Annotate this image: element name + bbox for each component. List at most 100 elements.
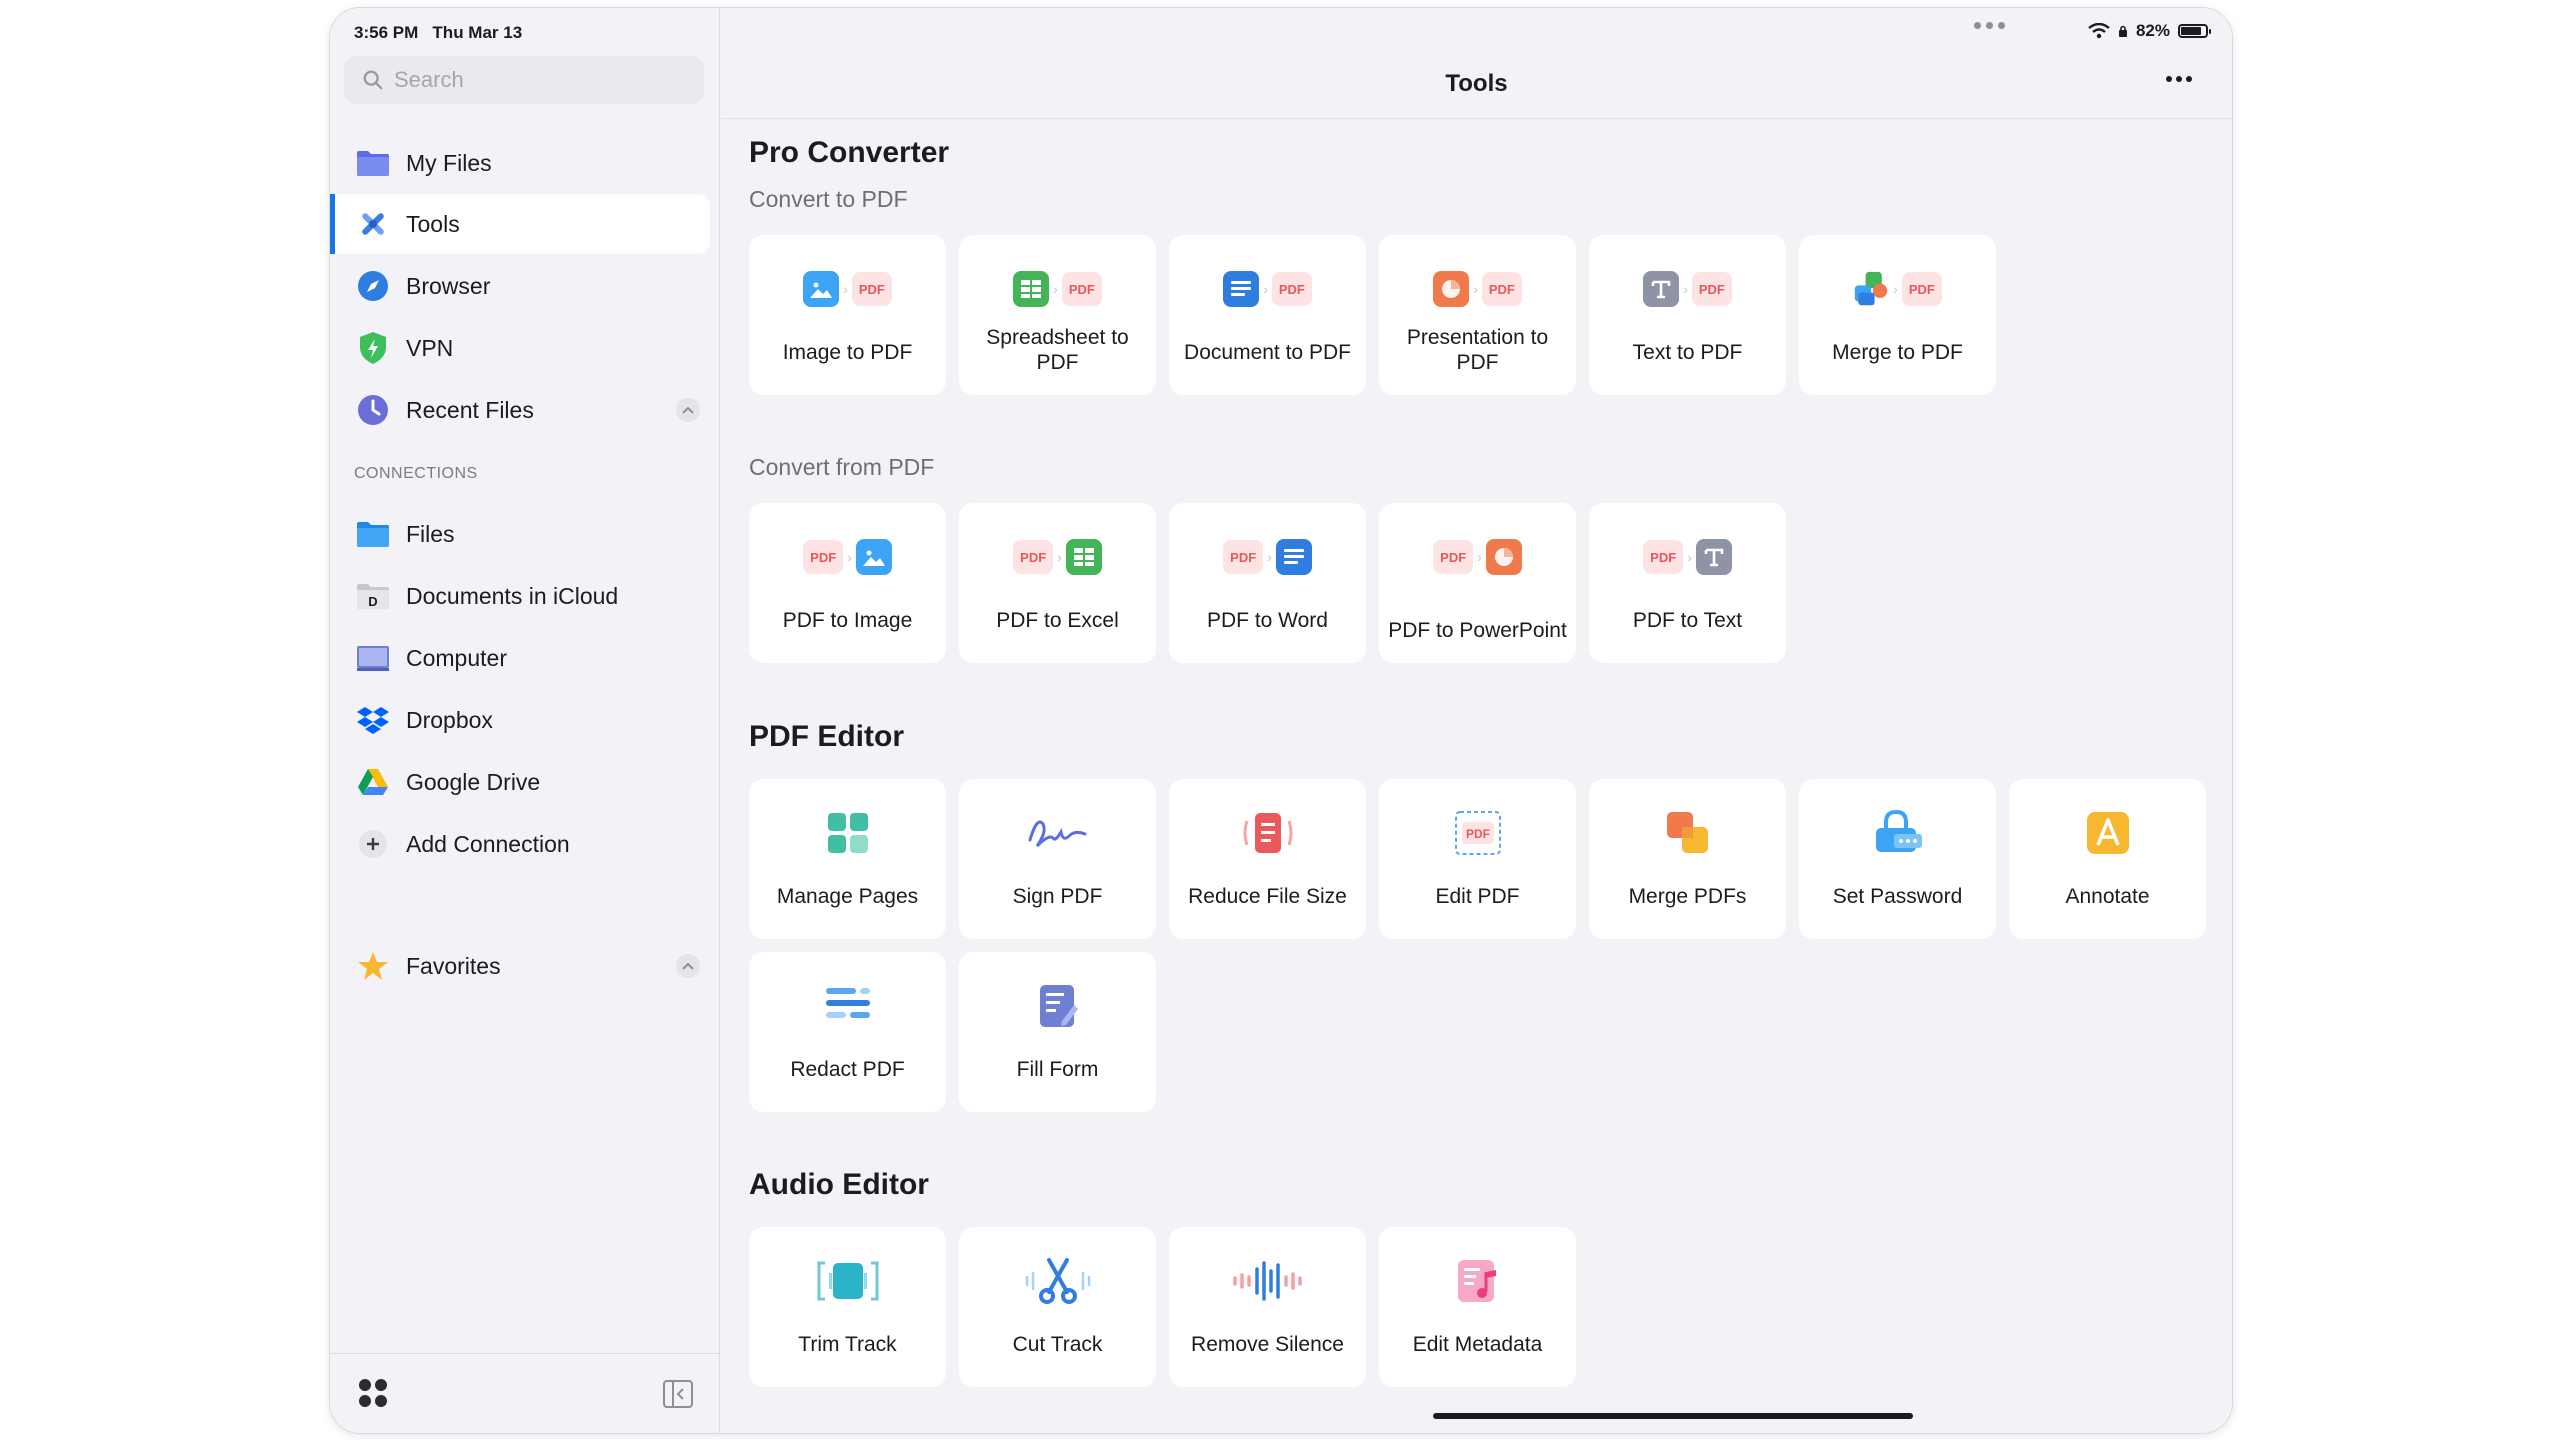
apps-grid-icon[interactable]	[358, 1378, 388, 1408]
tool-pdf-to-text[interactable]: PDF› PDF to Text	[1589, 503, 1786, 663]
arrow-right-icon: ›	[1053, 281, 1058, 297]
music-file-icon	[1456, 1257, 1500, 1305]
clock-icon	[356, 393, 390, 427]
form-icon	[1036, 982, 1080, 1030]
section-title-pdf-editor: PDF Editor	[749, 720, 904, 754]
tool-label: PDF to PowerPoint	[1380, 618, 1575, 643]
tool-sign-pdf[interactable]: Sign PDF	[959, 779, 1156, 939]
add-connection-button[interactable]: Add Connection	[330, 814, 710, 874]
pdf-file-icon: PDF	[852, 272, 892, 306]
edit-pdf-icon: PDF	[1454, 809, 1502, 857]
pdf-file-icon: PDF	[1223, 540, 1263, 574]
pdf-file-icon: PDF	[1643, 540, 1683, 574]
sidebar-item-my-files[interactable]: My Files	[330, 133, 710, 193]
tool-trim-track[interactable]: Trim Track	[749, 1227, 946, 1387]
tools-icon	[356, 207, 390, 241]
chevron-up-icon[interactable]	[676, 398, 700, 422]
svg-text:D: D	[368, 594, 377, 609]
tool-pdf-to-excel[interactable]: PDF› PDF to Excel	[959, 503, 1156, 663]
sidebar-item-label: Tools	[406, 211, 460, 238]
padlock-icon	[1872, 809, 1924, 857]
pdf-file-icon: PDF	[1482, 272, 1522, 306]
tool-label: PDF to Word	[1199, 608, 1336, 633]
chevron-up-icon[interactable]	[676, 954, 700, 978]
arrow-right-icon: ›	[1057, 549, 1062, 565]
arrow-right-icon: ›	[1267, 549, 1272, 565]
sidebar-item-label: Computer	[406, 645, 507, 672]
text-icon	[1696, 539, 1732, 575]
search-field[interactable]	[344, 56, 704, 104]
tool-spreadsheet-to-pdf[interactable]: ›PDF Spreadsheet to PDF	[959, 235, 1156, 395]
sidebar-item-documents-icloud[interactable]: D Documents in iCloud	[330, 566, 710, 626]
sidebar-item-tools[interactable]: Tools	[330, 194, 710, 254]
status-time: 3:56 PM Thu Mar 13	[354, 23, 522, 43]
tool-pdf-to-image[interactable]: PDF› PDF to Image	[749, 503, 946, 663]
tool-text-to-pdf[interactable]: ›PDF Text to PDF	[1589, 235, 1786, 395]
sidebar-item-files[interactable]: Files	[330, 504, 710, 564]
tool-set-password[interactable]: Set Password	[1799, 779, 1996, 939]
tool-label: Edit Metadata	[1405, 1332, 1551, 1357]
sidebar-item-google-drive[interactable]: Google Drive	[330, 752, 710, 812]
tool-label: Document to PDF	[1176, 340, 1359, 365]
tool-label: PDF to Image	[775, 608, 921, 633]
sidebar-item-computer[interactable]: Computer	[330, 628, 710, 688]
pdf-file-icon: PDF	[1013, 540, 1053, 574]
arrow-right-icon: ›	[1687, 549, 1692, 565]
tool-image-to-pdf[interactable]: ›PDF Image to PDF	[749, 235, 946, 395]
pdf-file-icon: PDF	[1902, 272, 1942, 306]
arrow-right-icon: ›	[847, 549, 852, 565]
section-title-audio-editor: Audio Editor	[749, 1168, 929, 1202]
sidebar-item-label: Favorites	[406, 953, 501, 980]
sidebar-footer	[330, 1353, 719, 1433]
tool-annotate[interactable]: Annotate	[2009, 779, 2206, 939]
subsection-convert-from-pdf: Convert from PDF	[749, 454, 934, 481]
sidebar-item-favorites[interactable]: Favorites	[330, 936, 710, 996]
sidebar-item-vpn[interactable]: VPN	[330, 318, 710, 378]
subsection-convert-to-pdf: Convert to PDF	[749, 186, 908, 213]
tool-pdf-to-powerpoint[interactable]: PDF› PDF to PowerPoint	[1379, 503, 1576, 663]
search-input[interactable]	[394, 67, 674, 93]
tool-remove-silence[interactable]: Remove Silence	[1169, 1227, 1366, 1387]
arrow-right-icon: ›	[843, 281, 848, 297]
sidebar-item-browser[interactable]: Browser	[330, 256, 710, 316]
tool-edit-metadata[interactable]: Edit Metadata	[1379, 1227, 1576, 1387]
tool-label: Cut Track	[1005, 1332, 1111, 1357]
text-icon	[1643, 271, 1679, 307]
presentation-icon	[1433, 271, 1469, 307]
tool-label: PDF to Text	[1625, 608, 1750, 633]
tool-edit-pdf[interactable]: PDF Edit PDF	[1379, 779, 1576, 939]
tool-label: Annotate	[2057, 884, 2157, 909]
sidebar-item-recent-files[interactable]: Recent Files	[330, 380, 710, 440]
tool-merge-to-pdf[interactable]: ›PDF Merge to PDF	[1799, 235, 1996, 395]
arrow-right-icon: ›	[1893, 281, 1898, 297]
image-icon	[856, 539, 892, 575]
tool-presentation-to-pdf[interactable]: ›PDF Presentation to PDF	[1379, 235, 1576, 395]
sidebar-item-label: Google Drive	[406, 769, 540, 796]
dropbox-icon	[356, 703, 390, 737]
annotate-icon	[2086, 809, 2130, 857]
home-indicator[interactable]	[1433, 1413, 1913, 1419]
tool-cut-track[interactable]: Cut Track	[959, 1227, 1156, 1387]
sidebar-item-label: Add Connection	[406, 831, 570, 858]
tool-fill-form[interactable]: Fill Form	[959, 952, 1156, 1112]
sidebar-item-dropbox[interactable]: Dropbox	[330, 690, 710, 750]
arrow-right-icon: ›	[1683, 281, 1688, 297]
tool-merge-pdfs[interactable]: Merge PDFs	[1589, 779, 1786, 939]
tool-pdf-to-word[interactable]: PDF› PDF to Word	[1169, 503, 1366, 663]
tool-label: PDF to Excel	[988, 608, 1127, 633]
tool-label: Presentation to PDF	[1379, 325, 1576, 375]
trim-icon	[815, 1257, 881, 1305]
header-divider	[721, 118, 2232, 119]
tool-redact-pdf[interactable]: Redact PDF	[749, 952, 946, 1112]
tool-manage-pages[interactable]: Manage Pages	[749, 779, 946, 939]
multitasking-dots-icon[interactable]	[1974, 22, 2005, 29]
pdf-file-icon: PDF	[1062, 272, 1102, 306]
tool-reduce-file-size[interactable]: Reduce File Size	[1169, 779, 1366, 939]
tool-label: Edit PDF	[1427, 884, 1527, 909]
tool-document-to-pdf[interactable]: ›PDF Document to PDF	[1169, 235, 1366, 395]
page-title: Tools	[721, 70, 2232, 98]
compass-icon	[356, 269, 390, 303]
more-options-icon[interactable]	[2166, 76, 2192, 82]
sidebar-toggle-icon[interactable]	[663, 1380, 693, 1408]
google-drive-icon	[356, 765, 390, 799]
